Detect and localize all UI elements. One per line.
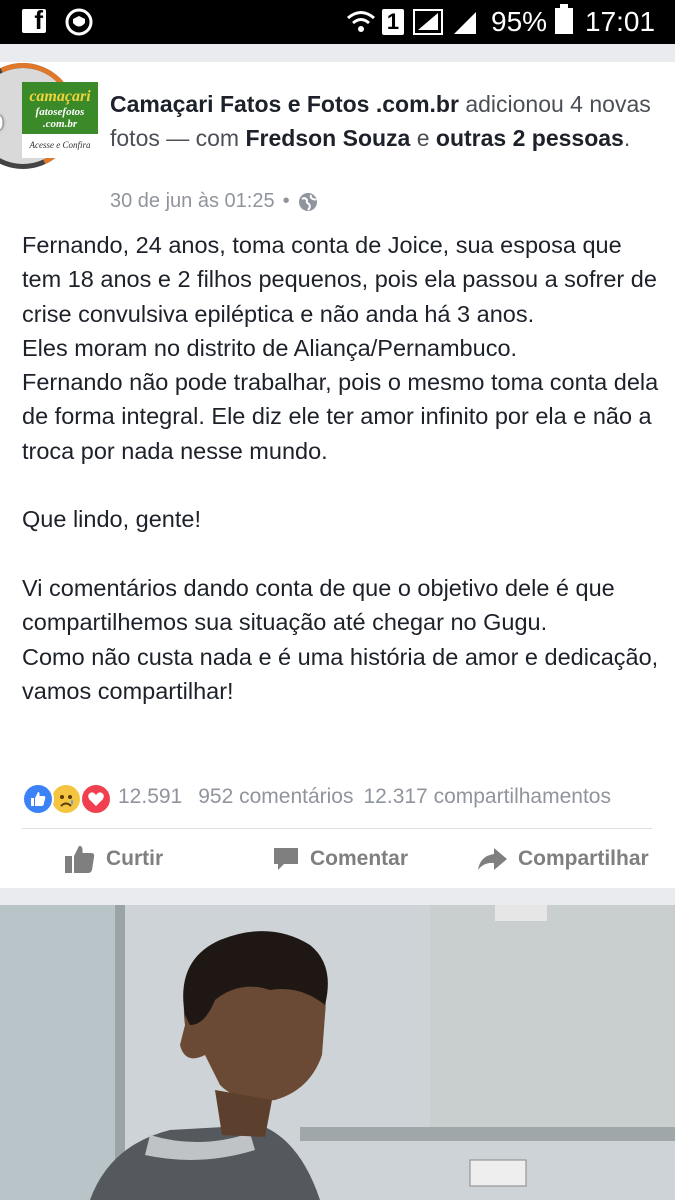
logo-text-top: camaçari (29, 88, 91, 105)
timestamp[interactable]: 30 de jun às 01:25 (110, 190, 275, 213)
like-button[interactable]: Curtir (64, 838, 163, 880)
like-label: Curtir (106, 847, 164, 870)
thumbs-up-icon (65, 845, 95, 873)
body-paragraph: Fernando, 24 anos, toma conta de Joice, … (22, 232, 657, 327)
share-label: Compartilhar (518, 847, 649, 870)
share-arrow-icon (478, 848, 507, 870)
header-conjunction: e (410, 125, 436, 151)
post-meta: 30 de jun às 01:25 • (110, 190, 318, 213)
post-photo[interactable] (0, 905, 675, 1200)
share-button[interactable]: Compartilhar (476, 838, 649, 880)
comment-button[interactable]: Comentar (272, 838, 408, 880)
post-body: Fernando, 24 anos, toma conta de Joice, … (22, 228, 662, 708)
sad-reaction-icon (50, 783, 82, 815)
page-logo[interactable]: camaçari fatosefotos .com.br Acesse e Con… (22, 82, 98, 158)
shares-count[interactable]: 12.317 compartilhamentos (364, 785, 611, 809)
comment-icon (274, 848, 298, 870)
logo-text-middle: fatosefotos .com.br (35, 106, 85, 130)
facebook-icon: f (22, 5, 46, 35)
post-card: 79 camaçari fatosefotos.com.br Acesse e … (0, 62, 675, 888)
body-paragraph: Fernando não pode trabalhar, pois o mesm… (22, 369, 659, 464)
globe-icon (298, 192, 317, 211)
love-reaction-icon (80, 783, 112, 815)
post-actions: Curtir Comentar Compartilhar (0, 838, 675, 880)
logo-text-bottom: Acesse e Confira (22, 134, 98, 158)
signal-icon (413, 9, 443, 35)
wifi-icon (347, 11, 375, 32)
reaction-icons (22, 781, 114, 815)
sim-icon: 1 (382, 9, 404, 35)
others-link[interactable]: outras 2 pessoas (436, 125, 624, 151)
divider (22, 828, 652, 829)
meta-separator: • (282, 190, 290, 212)
photo-illustration (0, 905, 675, 1200)
battery-percent: 95% (491, 6, 548, 37)
shield-icon (65, 8, 93, 36)
comments-count[interactable]: 952 comentários (198, 785, 353, 809)
body-paragraph: Que lindo, gente! (22, 506, 201, 533)
reactions-summary[interactable]: 12.591 952 comentários 12.317 compartilh… (22, 780, 657, 815)
clock: 17:01 (585, 6, 656, 37)
page-name-link[interactable]: Camaçari Fatos e Fotos .com.br (110, 91, 459, 117)
body-paragraph: Como não custa nada e é uma história de … (22, 643, 659, 704)
comment-label: Comentar (310, 847, 409, 870)
like-reaction-icon (22, 783, 54, 815)
status-bar: f 1 95% 17:01 (0, 0, 675, 44)
body-paragraph: Eles moram no distrito de Aliança/Pernam… (22, 334, 518, 361)
body-paragraph: Vi comentários dando conta de que o obje… (22, 574, 615, 636)
header-end: . (623, 125, 631, 151)
post-header: Camaçari Fatos e Fotos .com.br adicionou… (110, 87, 655, 155)
reaction-count[interactable]: 12.591 (118, 785, 182, 809)
tagged-person-link[interactable]: Fredson Souza (245, 125, 410, 151)
battery-icon (555, 4, 573, 34)
signal-icon (454, 12, 476, 34)
avatar-badge: 79 (0, 112, 3, 136)
